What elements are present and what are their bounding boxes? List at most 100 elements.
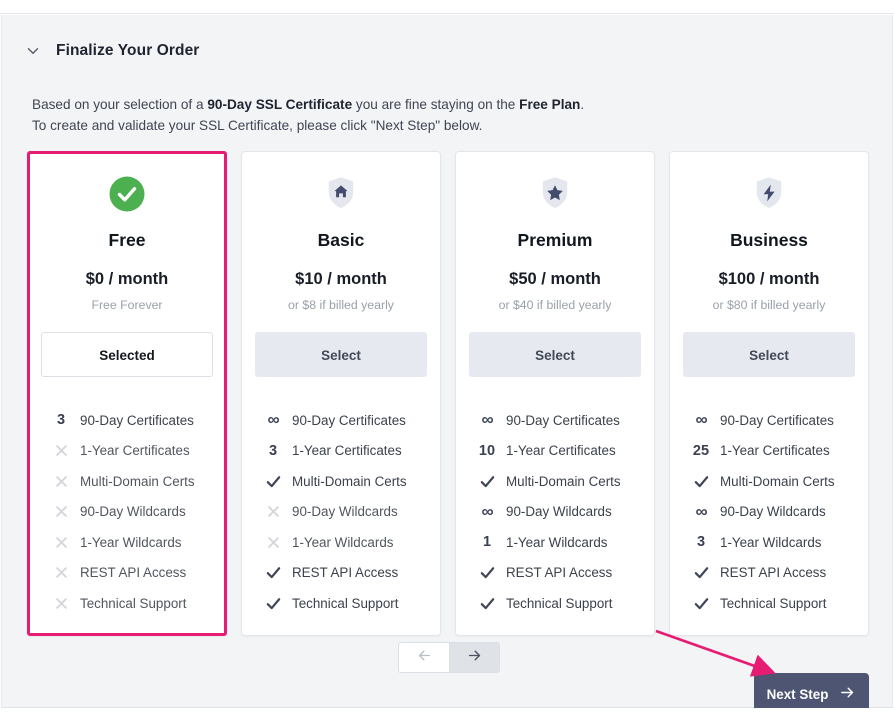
feature-row: ∞ 90-Day Certificates xyxy=(456,405,654,436)
feature-row: Technical Support xyxy=(242,588,440,619)
infinity-icon: ∞ xyxy=(267,410,279,430)
feature-list: ∞ 90-Day Certificates 10 1-Year Certificate… xyxy=(456,405,654,619)
plan-card-basic[interactable]: Basic $10 / month or $8 if billed yearly Se… xyxy=(241,151,441,636)
pager-next-button[interactable] xyxy=(449,642,500,673)
feature-row: REST API Access xyxy=(30,558,224,589)
feature-count: 3 xyxy=(696,534,706,551)
feature-row: 25 1-Year Certificates xyxy=(670,436,868,467)
check-icon xyxy=(473,564,501,581)
check-icon xyxy=(687,473,715,490)
feature-count: 3 xyxy=(56,412,66,429)
feature-row: Multi-Domain Certs xyxy=(670,466,868,497)
feature-label: 90-Day Wildcards xyxy=(80,504,186,520)
feature-label: Technical Support xyxy=(292,595,399,611)
check-icon xyxy=(473,473,501,490)
feature-label: 90-Day Certificates xyxy=(80,412,194,428)
feature-row: 3 1-Year Wildcards xyxy=(670,527,868,558)
feature-count: 1 xyxy=(482,534,492,551)
intro-part-a: Based on your selection of a xyxy=(32,97,208,112)
feature-row: Multi-Domain Certs xyxy=(242,466,440,497)
page-title: Finalize Your Order xyxy=(56,42,200,59)
chevron-down-icon[interactable] xyxy=(24,42,42,60)
intro-text: Based on your selection of a 90-Day SSL … xyxy=(32,94,584,136)
plan-icon xyxy=(242,174,440,218)
arrow-right-icon xyxy=(839,684,856,704)
feature-label: REST API Access xyxy=(80,565,187,581)
feature-list: ∞ 90-Day Certificates 3 1-Year Certificates… xyxy=(242,405,440,619)
plan-name: Basic xyxy=(317,230,365,250)
infinity-icon: ∞ xyxy=(481,501,493,521)
plan-select-button-free[interactable]: Selected xyxy=(41,332,213,377)
check-icon xyxy=(687,564,715,581)
cross-icon xyxy=(47,504,75,519)
plan-price-note: or $40 if billed yearly xyxy=(498,298,612,312)
feature-label: REST API Access xyxy=(292,565,399,581)
feature-row: ∞ 90-Day Certificates xyxy=(242,405,440,436)
cross-icon xyxy=(47,443,75,458)
top-bar xyxy=(0,0,894,14)
arrow-right-icon xyxy=(466,647,483,669)
feature-label: 1-Year Certificates xyxy=(720,443,830,459)
feature-label: 1-Year Wildcards xyxy=(80,534,182,550)
check-icon xyxy=(259,564,287,581)
feature-label: 90-Day Wildcards xyxy=(720,504,826,520)
plan-name: Business xyxy=(730,230,808,250)
cross-icon xyxy=(47,474,75,489)
plan-icon xyxy=(456,174,654,218)
feature-label: 1-Year Wildcards xyxy=(506,534,608,550)
feature-label: Multi-Domain Certs xyxy=(720,473,835,489)
pager-prev-button[interactable] xyxy=(398,642,449,673)
feature-label: Multi-Domain Certs xyxy=(80,473,195,489)
section-header[interactable]: Finalize Your Order xyxy=(24,42,199,60)
feature-row: 90-Day Wildcards xyxy=(242,497,440,528)
feature-label: REST API Access xyxy=(720,565,827,581)
feature-list: ∞ 90-Day Certificates 25 1-Year Certificate… xyxy=(670,405,868,619)
check-icon xyxy=(687,595,715,612)
intro-part-e: . xyxy=(580,97,585,112)
feature-row: ∞ 90-Day Wildcards xyxy=(456,497,654,528)
plan-card-premium[interactable]: Premium $50 / month or $40 if billed yearl… xyxy=(455,151,655,636)
feature-label: Multi-Domain Certs xyxy=(506,473,621,489)
plan-name: Free xyxy=(108,230,146,250)
feature-label: Technical Support xyxy=(506,595,613,611)
plan-icon xyxy=(670,174,868,218)
feature-row: 1-Year Wildcards xyxy=(242,527,440,558)
next-step-label: Next Step xyxy=(766,686,829,702)
feature-label: 1-Year Certificates xyxy=(292,443,402,459)
pager xyxy=(398,642,500,673)
app-page: Finalize Your Order Based on your select… xyxy=(0,0,894,727)
plan-card-business[interactable]: Business $100 / month or $80 if billed yea… xyxy=(669,151,869,636)
plan-card-free[interactable]: Free $0 / month Free Forever Selected 3 90-Da… xyxy=(27,151,227,636)
feature-label: 90-Day Wildcards xyxy=(292,504,398,520)
plan-price: $0 / month xyxy=(85,270,169,288)
plan-price: $10 / month xyxy=(295,270,387,288)
feature-label: 90-Day Certificates xyxy=(720,412,834,428)
feature-row: ∞ 90-Day Certificates xyxy=(670,405,868,436)
feature-row: REST API Access xyxy=(456,558,654,589)
feature-row: Multi-Domain Certs xyxy=(456,466,654,497)
cross-icon xyxy=(47,535,75,550)
plan-price-note: or $80 if billed yearly xyxy=(712,298,826,312)
feature-row: REST API Access xyxy=(242,558,440,589)
plan-select-button-basic[interactable]: Select xyxy=(255,332,427,377)
arrow-left-icon xyxy=(416,647,433,669)
plan-select-button-premium[interactable]: Select xyxy=(469,332,641,377)
feature-count: 10 xyxy=(478,442,496,459)
order-panel: Finalize Your Order Based on your select… xyxy=(1,15,893,715)
feature-row: 3 1-Year Certificates xyxy=(242,436,440,467)
plan-icon xyxy=(30,174,224,218)
intro-plan-name: Free Plan xyxy=(519,97,581,112)
feature-row: 1 1-Year Wildcards xyxy=(456,527,654,558)
infinity-icon: ∞ xyxy=(481,410,493,430)
cross-icon xyxy=(47,565,75,580)
bottom-bar xyxy=(0,708,894,727)
intro-line-2: To create and validate your SSL Certific… xyxy=(32,118,483,133)
plan-price-note: or $8 if billed yearly xyxy=(288,298,394,312)
shield-star-icon xyxy=(536,174,574,219)
feature-label: 1-Year Wildcards xyxy=(292,534,394,550)
shield-home-icon xyxy=(322,174,360,219)
intro-part-c: you are fine staying on the xyxy=(352,97,520,112)
plan-select-button-business[interactable]: Select xyxy=(683,332,855,377)
feature-label: 90-Day Certificates xyxy=(292,412,406,428)
shield-bolt-icon xyxy=(750,174,788,219)
